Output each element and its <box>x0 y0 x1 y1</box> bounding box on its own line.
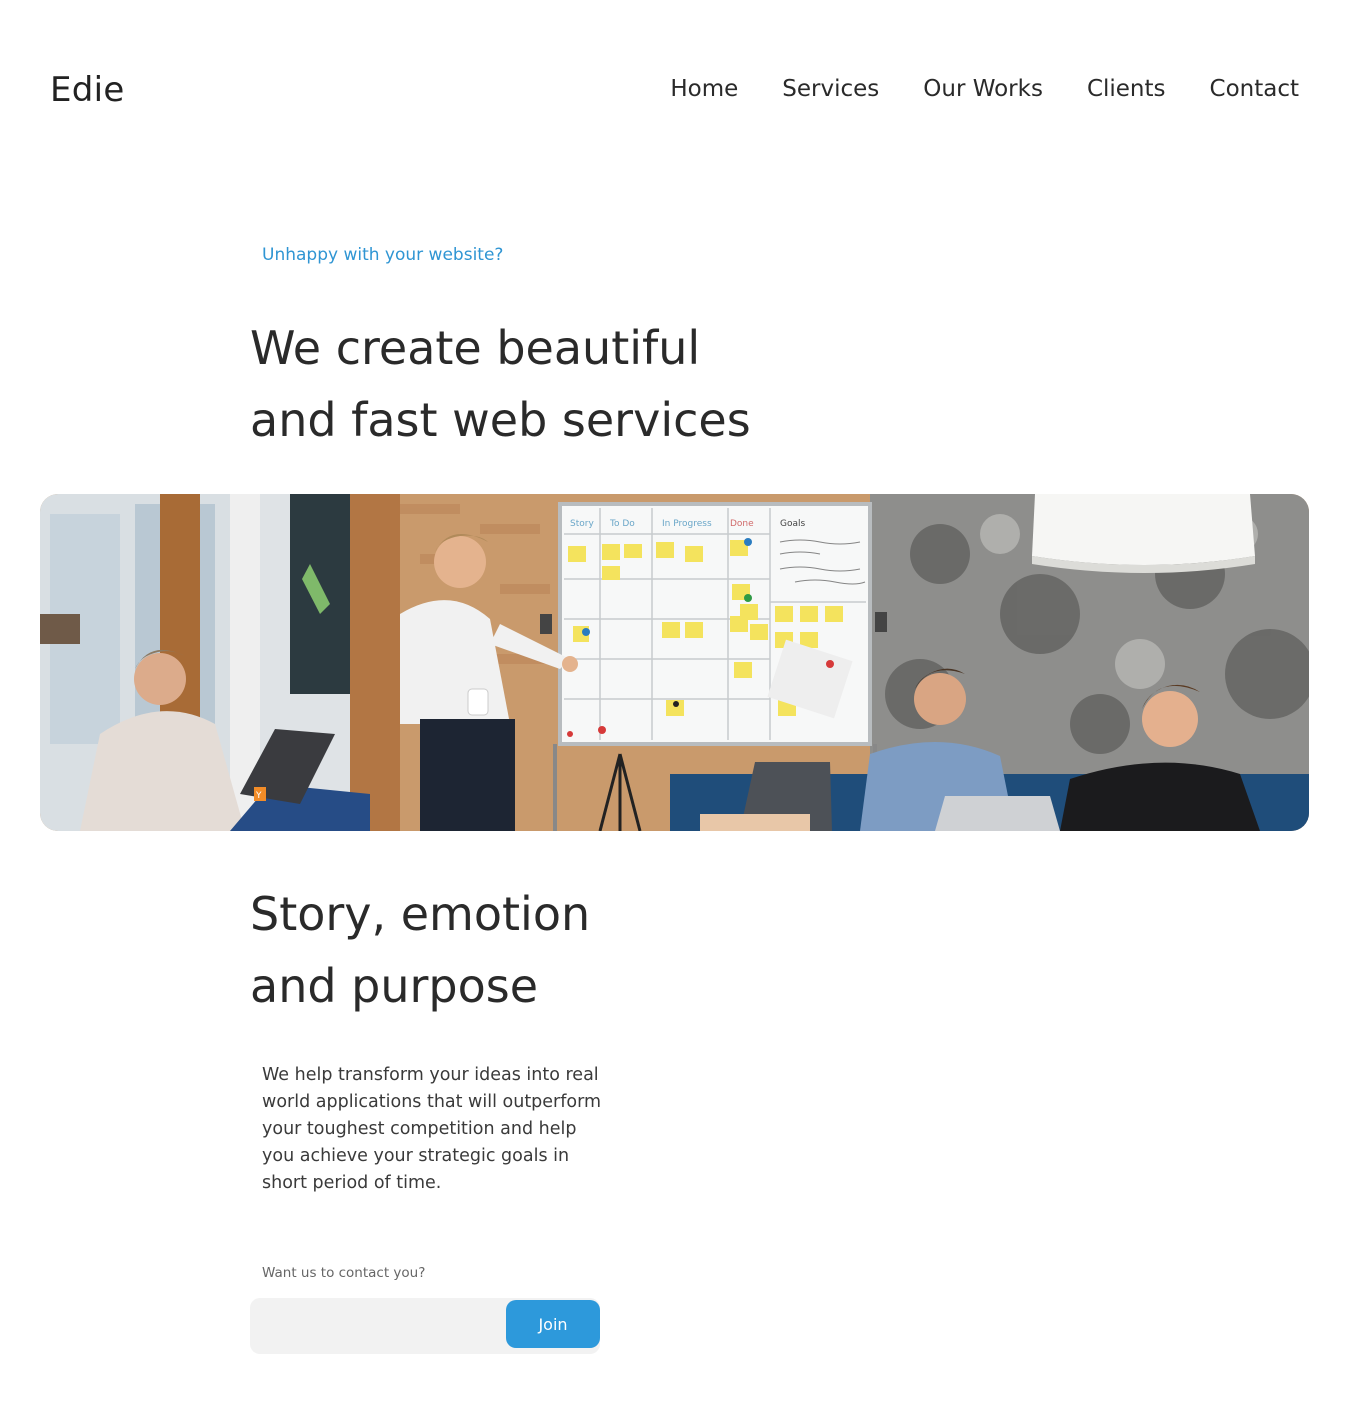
site-logo[interactable]: Edie <box>50 70 125 110</box>
board-col-done: Done <box>730 519 754 529</box>
contact-form: Join <box>250 1298 600 1354</box>
email-input[interactable] <box>250 1298 506 1354</box>
main-nav: Home Services Our Works Clients Contact <box>670 76 1299 102</box>
nav-our-works[interactable]: Our Works <box>923 76 1043 102</box>
section-title-line-1: Story, emotion <box>250 887 591 941</box>
hero-title-line-1: We create beautiful <box>250 321 701 375</box>
nav-contact[interactable]: Contact <box>1210 76 1299 102</box>
section-title-line-2: and purpose <box>250 959 539 1013</box>
board-col-goals: Goals <box>780 519 805 529</box>
nav-services[interactable]: Services <box>782 76 879 102</box>
office-meeting-illustration: Story To Do In Progress Done Goals Y <box>40 494 1309 831</box>
hero-banner-image: Story To Do In Progress Done Goals Y <box>40 494 1309 831</box>
hero-title: We create beautiful and fast web service… <box>250 312 870 456</box>
board-col-inprogress: In Progress <box>662 519 712 529</box>
hero-eyebrow: Unhappy with your website? <box>262 245 504 265</box>
page: Edie Home Services Our Works Clients Con… <box>0 0 1349 1416</box>
board-col-story: Story <box>570 519 594 529</box>
board-col-todo: To Do <box>609 519 635 529</box>
nav-clients[interactable]: Clients <box>1087 76 1166 102</box>
section-title: Story, emotion and purpose <box>250 878 750 1022</box>
nav-home[interactable]: Home <box>670 76 738 102</box>
contact-label: Want us to contact you? <box>262 1265 426 1281</box>
hero-title-line-2: and fast web services <box>250 393 751 447</box>
laptop-sticker: Y <box>255 791 262 801</box>
join-button[interactable]: Join <box>506 1300 600 1348</box>
section-body: We help transform your ideas into real w… <box>262 1065 602 1193</box>
